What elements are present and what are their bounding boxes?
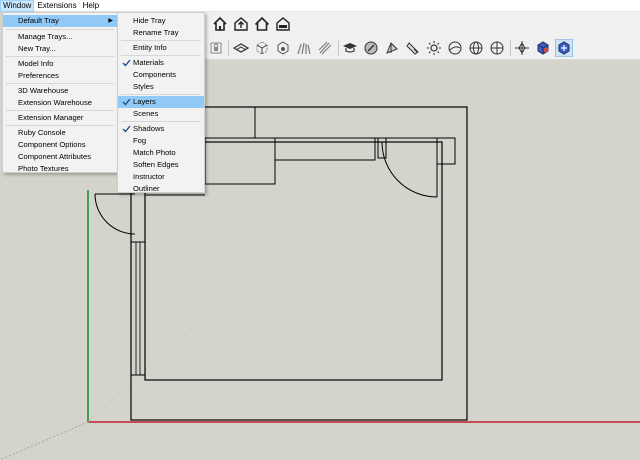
xray-icon[interactable] (232, 39, 250, 57)
menu-item-component-options[interactable]: Component Options (3, 139, 117, 151)
menu-item-component-attributes[interactable]: Component Attributes (3, 151, 117, 163)
left-door-swing (94, 193, 136, 235)
sketchy-edges-icon[interactable] (316, 39, 334, 57)
axis-dotted-2 (87, 294, 231, 423)
right-door-swing (381, 141, 438, 198)
menu-item-rename-tray[interactable]: Rename Tray (118, 27, 204, 39)
axis-dotted-1 (0, 421, 89, 460)
menu-item-outliner[interactable]: Outliner (118, 183, 204, 195)
axes-globe-icon[interactable] (488, 39, 506, 57)
default-tray-submenu: Hide Tray Rename Tray Entity Info Materi… (117, 12, 205, 193)
menu-item-components[interactable]: Components (118, 69, 204, 81)
graduate-icon[interactable] (341, 39, 359, 57)
menu-item-soften-edges[interactable]: Soften Edges (118, 159, 204, 171)
menu-item-default-tray[interactable]: Default Tray ▶ (3, 15, 117, 27)
home-outline-icon[interactable] (253, 15, 271, 33)
menu-item-match-photo[interactable]: Match Photo (118, 147, 204, 159)
hidden-geometry-icon[interactable] (295, 39, 313, 57)
menu-item-entity-info[interactable]: Entity Info (118, 42, 204, 54)
menu-item-manage-trays[interactable]: Manage Trays... (3, 31, 117, 43)
menu-item-instructor[interactable]: Instructor (118, 171, 204, 183)
menu-item-layers[interactable]: Layers (118, 96, 204, 108)
menu-item-shadows[interactable]: Shadows (118, 123, 204, 135)
menu-extensions[interactable]: Extensions (34, 0, 79, 12)
sun-icon[interactable] (425, 39, 443, 57)
monochrome-icon[interactable] (383, 39, 401, 57)
fog-globe-icon[interactable] (446, 39, 464, 57)
check-icon (122, 98, 131, 106)
toolbar-row-1 (205, 12, 640, 36)
extension-icon[interactable] (555, 39, 573, 57)
menu-item-ruby-console[interactable]: Ruby Console (3, 127, 117, 139)
toolbar-row-2 (205, 36, 640, 60)
menu-item-3d-warehouse[interactable]: 3D Warehouse (3, 85, 117, 97)
warehouse-upload-icon[interactable] (232, 15, 250, 33)
home-view-icon[interactable] (211, 15, 229, 33)
check-icon (122, 125, 131, 133)
menu-item-scenes[interactable]: Scenes (118, 108, 204, 120)
menu-item-new-tray[interactable]: New Tray... (3, 43, 117, 55)
menu-item-materials[interactable]: Materials (118, 57, 204, 69)
menu-item-extension-manager[interactable]: Extension Manager (3, 112, 117, 124)
menu-window[interactable]: Window (0, 0, 35, 12)
warehouse-share-icon[interactable] (274, 15, 292, 33)
menu-item-styles[interactable]: Styles (118, 81, 204, 93)
menu-item-photo-textures[interactable]: Photo Textures (3, 163, 117, 175)
menu-bar: Window Extensions Help (0, 0, 640, 12)
orbit-icon[interactable] (513, 39, 531, 57)
section-icon[interactable] (274, 39, 292, 57)
back-edges-icon[interactable] (253, 39, 271, 57)
menu-item-model-info[interactable]: Model Info (3, 58, 117, 70)
window-menu: Default Tray ▶ Manage Trays... New Tray..… (2, 12, 118, 173)
component-icon[interactable] (534, 39, 552, 57)
menu-item-preferences[interactable]: Preferences (3, 70, 117, 82)
paint-bucket-icon[interactable] (404, 39, 422, 57)
check-icon (122, 59, 131, 67)
shaded-textures-icon[interactable] (362, 39, 380, 57)
wireframe-globe-icon[interactable] (467, 39, 485, 57)
menu-item-extension-warehouse[interactable]: Extension Warehouse (3, 97, 117, 109)
lock-icon[interactable] (207, 39, 225, 57)
menu-item-hide-tray[interactable]: Hide Tray (118, 15, 204, 27)
menu-item-fog[interactable]: Fog (118, 135, 204, 147)
menu-help[interactable]: Help (80, 0, 102, 12)
